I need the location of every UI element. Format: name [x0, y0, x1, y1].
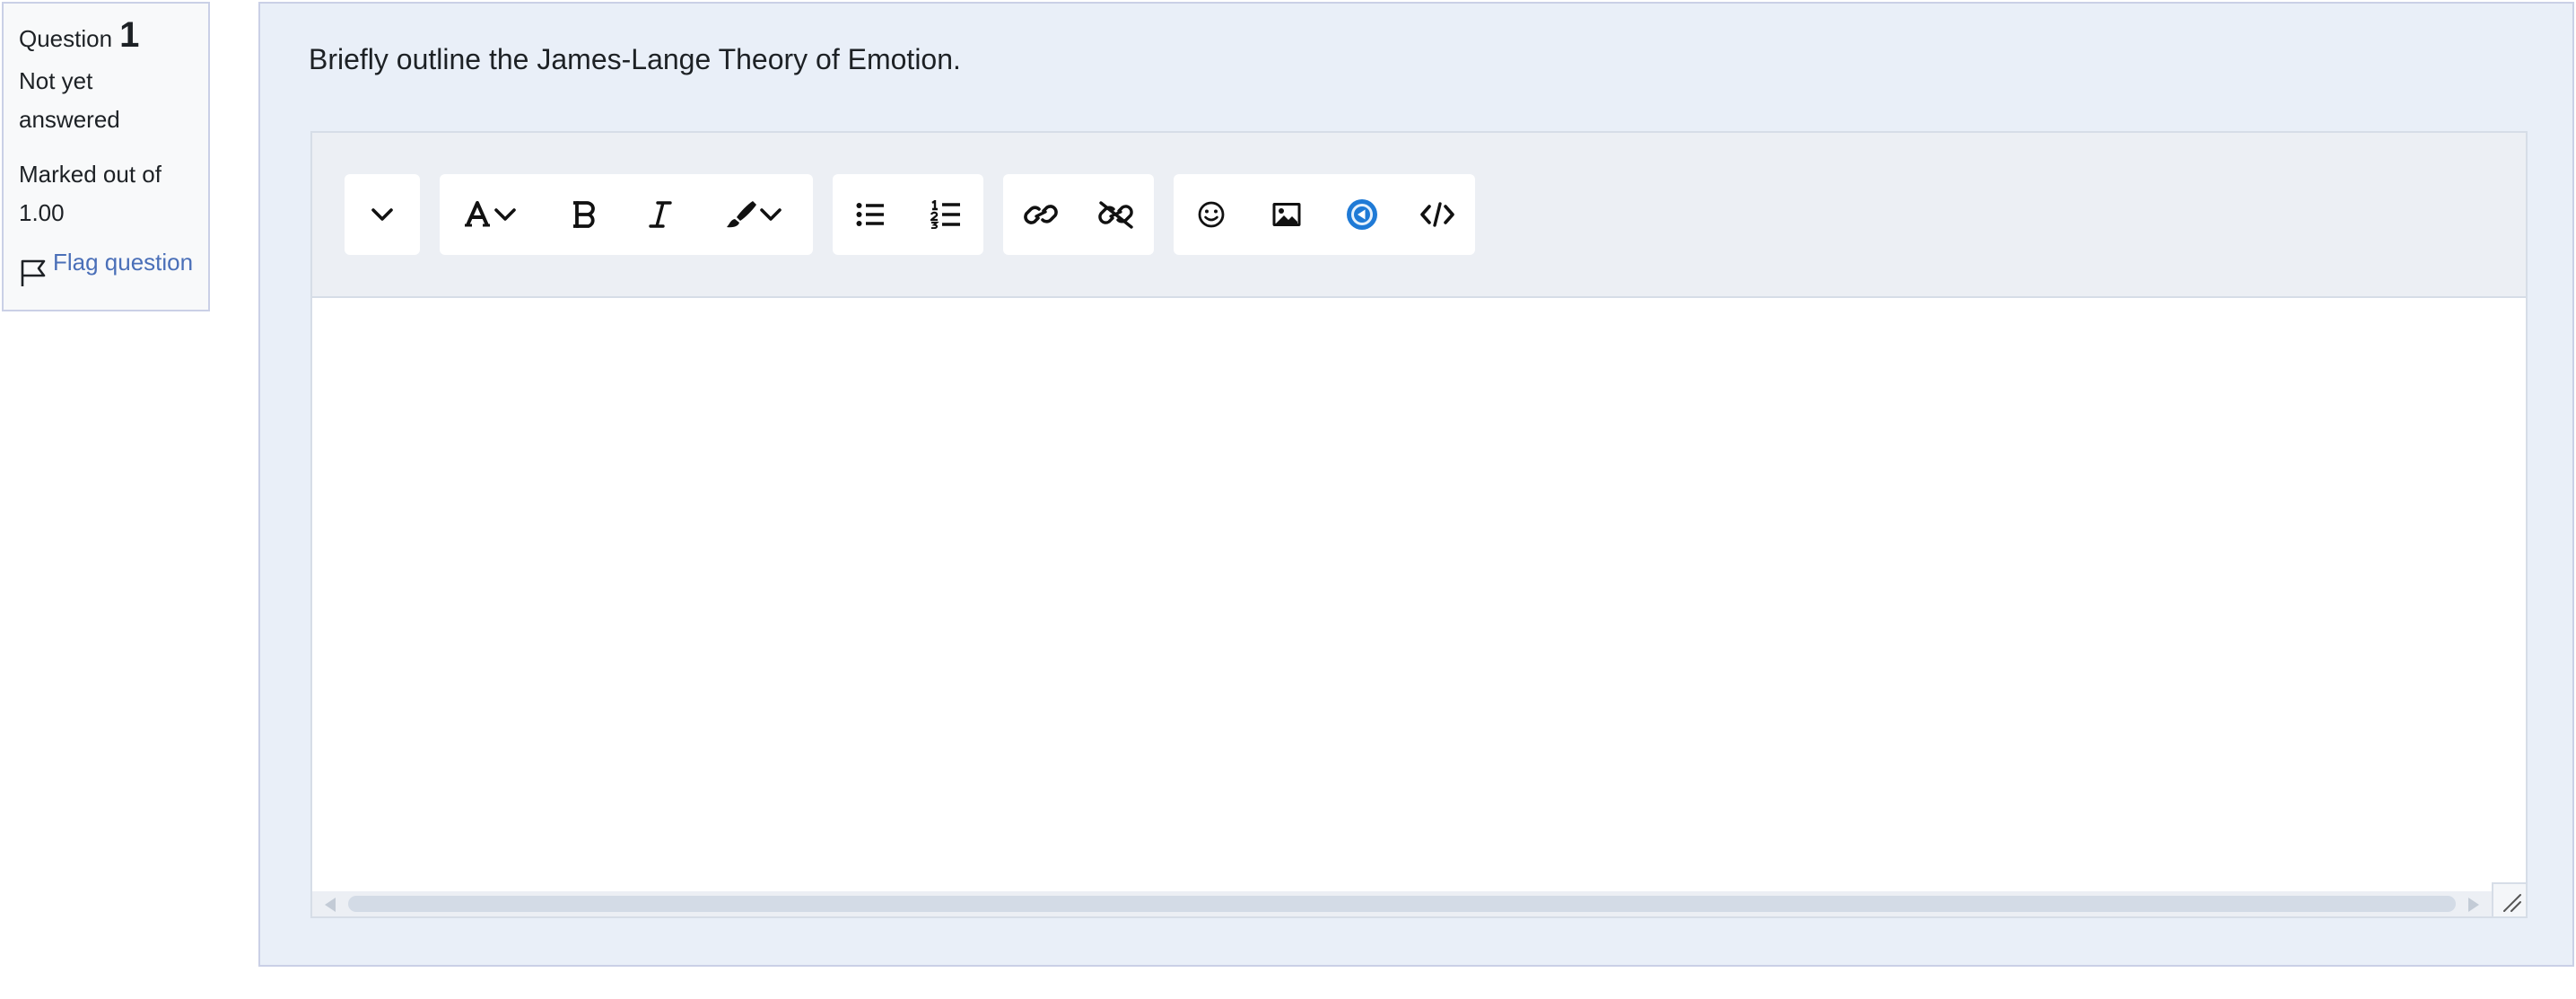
marked-out-of-label: Marked out of	[19, 161, 162, 188]
media-icon	[1345, 197, 1379, 232]
flag-question-link[interactable]: Flag question	[19, 243, 194, 300]
question-text: Briefly outline the James-Lange Theory o…	[309, 43, 961, 75]
toolbar-group-insert	[1174, 174, 1475, 255]
toolbar-toggle-button[interactable]	[345, 174, 420, 255]
media-button[interactable]	[1324, 174, 1400, 255]
unordered-list-icon	[856, 202, 885, 227]
smiley-icon	[1197, 200, 1226, 229]
marked-out-of-value: 1.00	[19, 199, 65, 226]
editor-toolbar	[312, 133, 2526, 298]
toolbar-group-lists	[833, 174, 983, 255]
scrollbar-thumb[interactable]	[348, 896, 2456, 912]
flag-question-label: Flag question	[53, 249, 194, 276]
paint-brush-icon	[726, 199, 785, 230]
unlink-icon	[1098, 200, 1134, 229]
image-button[interactable]	[1249, 174, 1324, 255]
toolbar-group-links	[1003, 174, 1154, 255]
resize-handle[interactable]	[2492, 882, 2526, 916]
question-info-panel: Question 1 Not yet answered Marked out o…	[2, 2, 210, 311]
text-color-button[interactable]	[698, 174, 813, 255]
link-icon	[1024, 201, 1058, 228]
question-number-heading: Question 1	[19, 16, 194, 58]
editor-text-area[interactable]	[312, 298, 2526, 891]
font-style-icon	[464, 199, 523, 230]
italic-icon	[649, 200, 672, 229]
emoji-button[interactable]	[1174, 174, 1249, 255]
resize-grip-icon	[2493, 894, 2524, 918]
toolbar-group-format	[440, 174, 813, 255]
question-grade: Marked out of 1.00	[19, 155, 198, 232]
scroll-left-arrow-icon[interactable]	[325, 898, 336, 912]
chevron-down-icon	[369, 201, 396, 228]
html-source-button[interactable]	[1400, 174, 1475, 255]
image-icon	[1271, 201, 1302, 228]
italic-button[interactable]	[623, 174, 698, 255]
scroll-right-arrow-icon[interactable]	[2468, 898, 2479, 912]
question-label: Question	[19, 25, 113, 52]
rich-text-editor	[310, 131, 2528, 918]
code-icon	[1419, 201, 1455, 228]
link-button[interactable]	[1003, 174, 1078, 255]
ordered-list-button[interactable]	[908, 174, 983, 255]
bold-button[interactable]	[547, 174, 623, 255]
ordered-list-icon	[930, 200, 961, 229]
horizontal-scrollbar[interactable]	[312, 891, 2492, 916]
question-content-panel: Briefly outline the James-Lange Theory o…	[258, 2, 2574, 967]
flag-icon	[19, 243, 49, 300]
unlink-button[interactable]	[1078, 174, 1154, 255]
unordered-list-button[interactable]	[833, 174, 908, 255]
font-style-button[interactable]	[440, 174, 547, 255]
bold-icon	[572, 200, 598, 229]
question-number: 1	[119, 15, 140, 55]
question-status: Not yet answered	[19, 67, 120, 133]
toolbar-group-toggle	[345, 174, 420, 255]
